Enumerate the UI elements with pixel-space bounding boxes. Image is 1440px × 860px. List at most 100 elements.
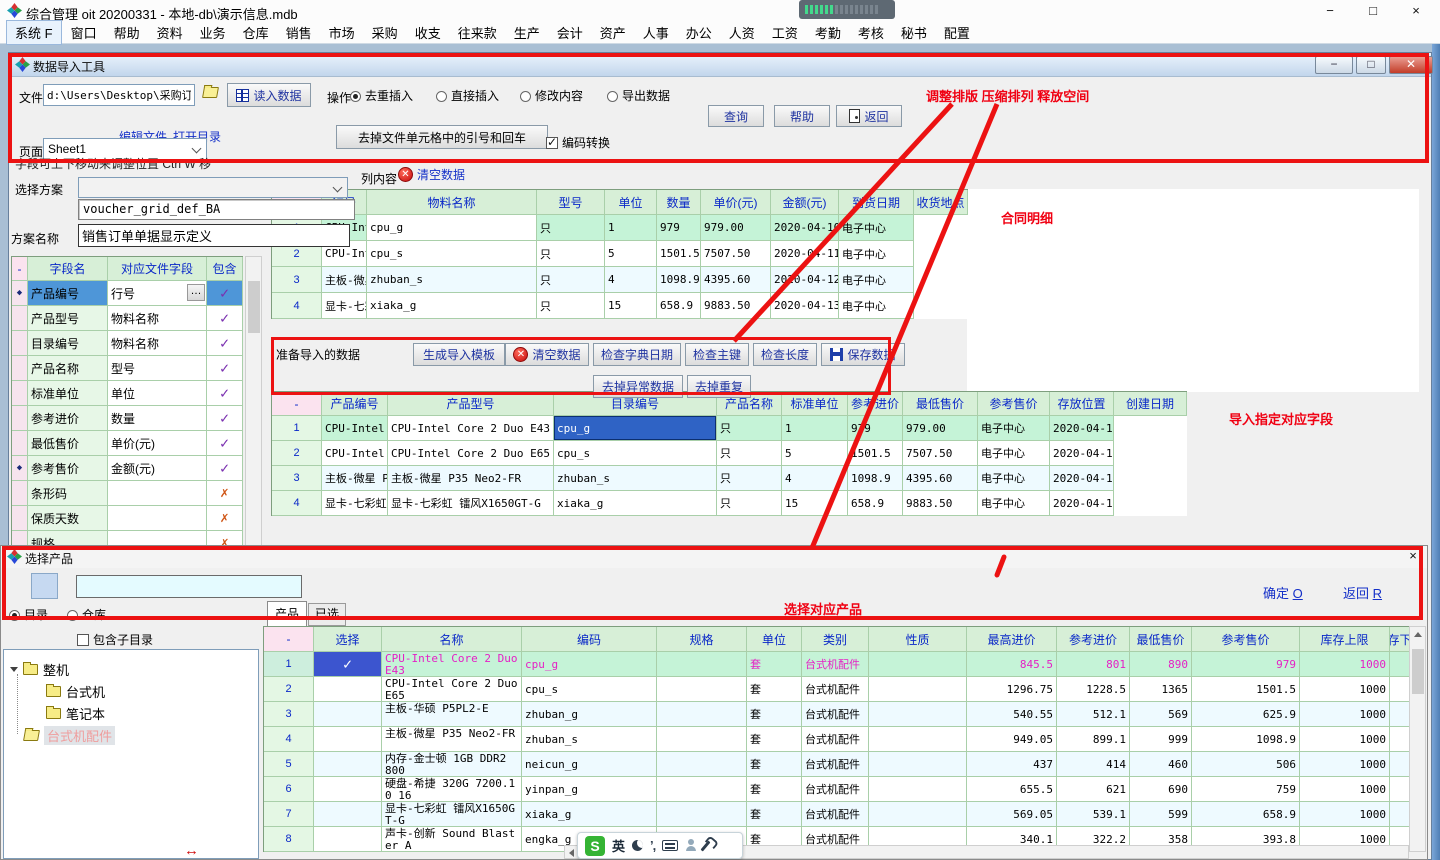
cell[interactable]: 只 [537,215,605,241]
read-data-button[interactable]: 读入数据 [227,83,311,107]
cell[interactable]: xiaka_g [554,491,717,516]
clear-source-data-link[interactable]: ✕清空数据 [398,166,465,183]
table-row[interactable]: 保质天数✗ [12,506,243,531]
cell[interactable] [314,802,382,827]
cell[interactable]: 2020-04-12 [1050,466,1114,491]
cell[interactable]: 电子中心 [839,215,914,241]
cell[interactable]: 只 [717,466,782,491]
cell[interactable]: 主板-微星 P35 Neo2-FR [322,267,367,293]
product-dialog-close-button[interactable]: × [1399,545,1427,567]
cell[interactable]: 只 [717,441,782,466]
catalog-radio[interactable]: 目录 [9,606,48,623]
cell[interactable]: 899.1 [1057,727,1130,752]
cell[interactable]: 999 [1130,727,1192,752]
cell[interactable] [108,481,207,506]
cell[interactable]: 1098.9 [848,466,903,491]
cell[interactable] [657,727,747,752]
product-dialog-titlebar[interactable]: 选择产品 × [1,546,1427,568]
column-header[interactable]: 库存下限 [1390,627,1410,652]
cell[interactable]: 目录编号 [28,331,108,356]
cell[interactable]: ✓ [207,281,243,306]
cell[interactable]: 1296.75 [967,677,1057,702]
product-vscrollbar[interactable] [1409,626,1426,852]
cell[interactable]: cpu_g [554,416,717,441]
cell[interactable]: 4 [272,491,322,516]
menu-item-2[interactable]: 帮助 [106,21,148,44]
table-row[interactable]: 4主板-微星 P35 Neo2-FRzhuban_s套台式机配件949.0589… [264,727,1410,752]
cell[interactable]: 型号 [108,356,207,381]
table-row[interactable]: 最低售价单价(元)✓ [12,431,243,456]
cell[interactable]: 主板-微星 P35 Neo2-FR [388,466,554,491]
product-search-input[interactable] [76,575,302,598]
cell[interactable]: CPU-Intel Core 2 Duo E43 [382,652,522,677]
table-row[interactable]: 1CPU-Intel Core 2 Duo E43cpu_g只1979979.0… [272,215,968,241]
cell[interactable]: 产品名称 [28,356,108,381]
cell[interactable]: 台式机配件 [802,677,869,702]
cell[interactable] [1390,702,1410,727]
cell[interactable] [314,702,382,727]
cell[interactable] [869,677,967,702]
column-header[interactable]: 标准单位 [782,392,848,416]
cell[interactable]: 890 [1130,652,1192,677]
cell[interactable]: 参考售价 [28,456,108,481]
cell[interactable] [12,381,28,406]
cell[interactable] [12,356,28,381]
column-header[interactable]: 编码 [522,627,657,652]
column-header[interactable]: - [264,627,314,652]
cell[interactable]: cpu_s [554,441,717,466]
column-header[interactable]: 参考售价 [1192,627,1300,652]
cell[interactable]: 套 [747,752,802,777]
moon-icon[interactable] [632,840,643,851]
prepare-button-4[interactable]: 检查长度 [753,343,817,366]
cell[interactable]: 2020-04-12 [771,267,839,293]
cell[interactable]: 7507.50 [701,241,771,267]
table-row[interactable]: 7显卡-七彩虹 镭风X1650GT-Gxiaka_g套台式机配件569.0553… [264,802,1410,827]
cell[interactable]: 2020-04-11 [1050,441,1114,466]
column-header[interactable]: 存放位置 [1050,392,1114,416]
cell[interactable] [869,777,967,802]
cell[interactable]: 产品型号 [28,306,108,331]
cell[interactable]: 内存-金士顿 1GB DDR2 800 [382,752,522,777]
column-header[interactable]: 产品编号 [322,392,388,416]
column-header[interactable]: 最高进价 [967,627,1057,652]
menu-item-13[interactable]: 资产 [592,21,634,44]
prepare-button-1[interactable]: ✕清空数据 [505,343,589,366]
menu-item-11[interactable]: 生产 [506,21,548,44]
cell[interactable]: cpu_s [522,677,657,702]
menu-item-5[interactable]: 仓库 [235,21,277,44]
cell[interactable]: 1000 [1300,677,1390,702]
prepare-button-5[interactable]: 保存数据 [821,343,905,366]
cell[interactable]: 只 [717,416,782,441]
cell[interactable] [314,827,382,852]
cell[interactable]: 产品编号 [28,281,108,306]
tree-item-2[interactable]: 笔记本 [46,704,105,723]
table-row[interactable]: 4显卡-七彩虹 镭风X1650GT-Gxiaka_g只15658.99883.5… [272,293,968,319]
menu-item-19[interactable]: 考核 [850,21,892,44]
cell[interactable]: 硬盘-希捷 320G 7200.10 16 [382,777,522,802]
cell[interactable]: 电子中心 [839,293,914,319]
tree-item-0[interactable]: 整机 [10,660,69,679]
cell[interactable]: 台式机配件 [802,802,869,827]
cell[interactable]: 569 [1130,702,1192,727]
cell[interactable]: 658.9 [848,491,903,516]
table-row[interactable]: 2CPU-Intel Core 2 Duo E65CPU-Intel Core … [272,441,1187,466]
sogou-logo-icon[interactable]: S [585,836,605,856]
menu-item-16[interactable]: 人资 [721,21,763,44]
cell[interactable]: 539.1 [1057,802,1130,827]
person-icon[interactable] [685,839,697,852]
cell[interactable]: 主板-微星 P35 Neo2-FR [322,466,388,491]
cell[interactable]: 2020-04-13 [771,293,839,319]
cell[interactable]: 1000 [1300,652,1390,677]
cell[interactable]: 414 [1057,752,1130,777]
cell[interactable]: 2020-04-13 [1050,491,1114,516]
cell[interactable]: 5 [605,241,657,267]
cell[interactable]: 979 [848,416,903,441]
cell[interactable]: 5 [782,441,848,466]
cell[interactable]: 15 [782,491,848,516]
import-dialog-titlebar[interactable]: 数据导入工具 − □ ✕ [9,53,1431,77]
menu-item-1[interactable]: 窗口 [63,21,105,44]
table-row[interactable]: 产品名称型号✓ [12,356,243,381]
column-header[interactable]: - [272,392,322,416]
table-row[interactable]: 2CPU-Intel Core 2 Duo E65cpu_s套台式机配件1296… [264,677,1410,702]
cell[interactable]: 电子中心 [978,491,1050,516]
